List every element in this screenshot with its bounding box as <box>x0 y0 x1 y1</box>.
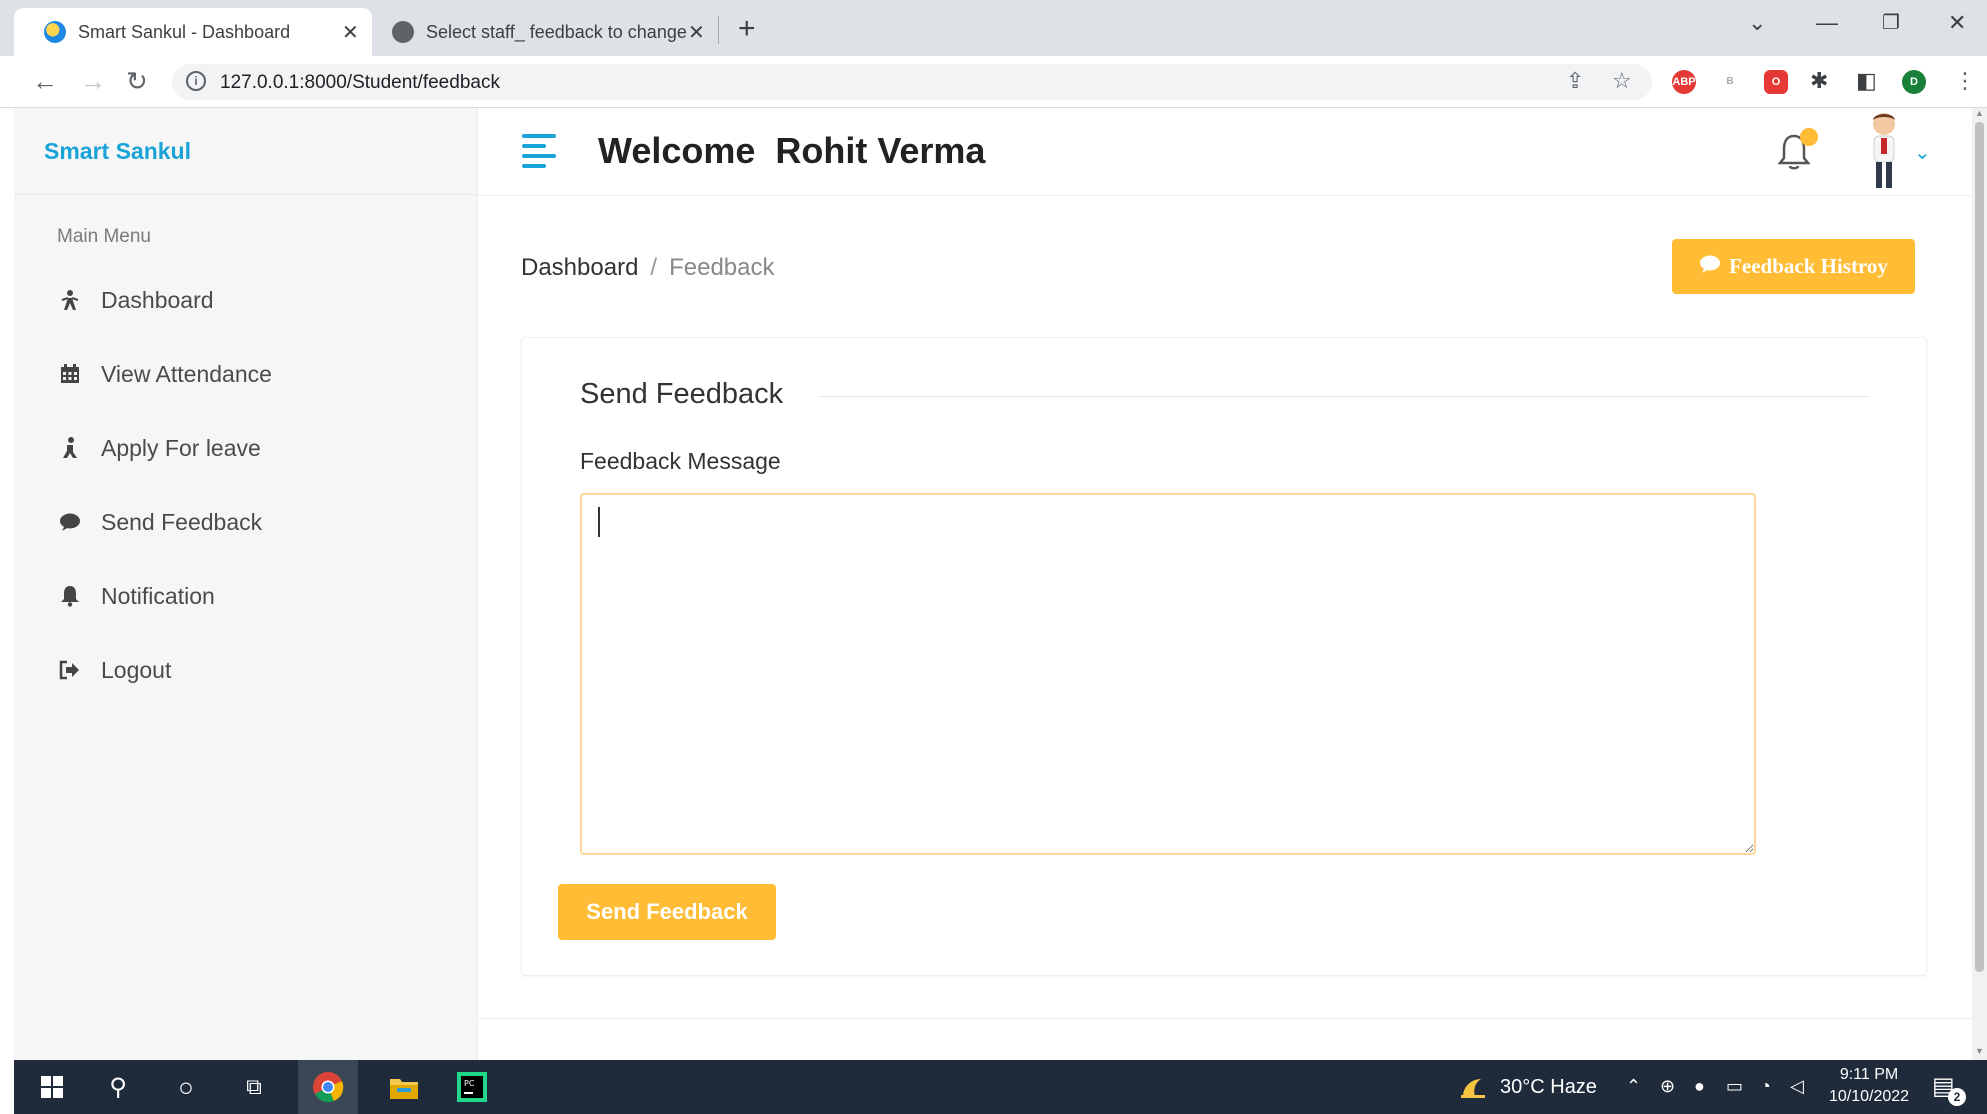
sidebar: Smart Sankul Main Menu Dashboard View At… <box>14 108 478 1060</box>
weather-text[interactable]: 30°C Haze <box>1500 1076 1597 1099</box>
task-view-icon[interactable]: ⧉ <box>234 1070 274 1104</box>
breadcrumb-current: Feedback <box>669 254 775 281</box>
sidebar-item-logout[interactable]: Logout <box>57 650 171 690</box>
browser-tab-smart-sankul[interactable]: Smart Sankul - Dashboard ✕ <box>14 8 372 56</box>
tray-app-icon[interactable]: ⊕ <box>1660 1076 1675 1097</box>
send-feedback-button[interactable]: Send Feedback <box>558 884 776 940</box>
text-cursor <box>598 507 600 537</box>
back-icon[interactable]: ← <box>32 66 58 97</box>
url-text: 127.0.0.1:8000/Student/feedback <box>220 72 500 93</box>
cortana-icon[interactable]: ○ <box>166 1070 206 1104</box>
windows-taskbar: ⚲ ○ ⧉ PC 30°C Haze ⌃ ⊕ ● ▭ ◔ ◁ 9:11 PM 1… <box>14 1060 1987 1114</box>
sidebar-item-label: Send Feedback <box>101 508 263 535</box>
new-tab-button[interactable]: + <box>738 12 756 46</box>
scroll-thumb[interactable] <box>1975 122 1984 972</box>
feedback-message-textarea[interactable] <box>580 493 1756 855</box>
sidebar-item-notification[interactable]: Notification <box>57 576 215 616</box>
tab-search-icon[interactable]: ⌄ <box>1748 10 1766 36</box>
menu-toggle-icon[interactable] <box>522 134 556 168</box>
minimize-button[interactable]: — <box>1816 10 1838 36</box>
globe-icon <box>392 21 414 43</box>
search-icon[interactable]: ⚲ <box>98 1070 138 1104</box>
wifi-icon[interactable]: ◔ <box>1760 1076 1771 1097</box>
feedback-history-label: Feedback Histroy <box>1729 254 1888 278</box>
tab-title: Smart Sankul - Dashboard <box>78 21 291 42</box>
site-favicon-icon <box>44 21 66 43</box>
leave-icon <box>57 435 83 461</box>
sidebar-item-send-feedback[interactable]: Send Feedback <box>57 502 262 542</box>
microphone-icon[interactable]: ● <box>1694 1076 1705 1097</box>
tab-title: Select staff_ feedback to change <box>426 21 687 42</box>
clock-time: 9:11 PM <box>1839 1066 1899 1083</box>
file-explorer-icon[interactable] <box>384 1070 424 1104</box>
close-tab-icon[interactable]: ✕ <box>342 20 359 45</box>
breadcrumb: Dashboard / Feedback <box>521 254 775 282</box>
scroll-down-icon[interactable]: ▼ <box>1975 1046 1984 1056</box>
feedback-card: Send Feedback Feedback Message Send Feed… <box>521 337 1927 976</box>
weather-icon[interactable] <box>1456 1070 1490 1104</box>
profile-avatar-icon[interactable]: D <box>1902 70 1926 94</box>
comment-icon <box>1699 254 1721 280</box>
close-tab-icon[interactable]: ✕ <box>688 20 705 45</box>
reload-icon[interactable]: ↻ <box>126 66 148 97</box>
logout-icon <box>57 657 83 683</box>
battery-icon[interactable]: ▭ <box>1726 1076 1743 1097</box>
close-window-button[interactable]: ✕ <box>1948 10 1966 36</box>
opera-extension-icon[interactable]: O <box>1764 70 1788 94</box>
bookmark-star-icon[interactable]: ☆ <box>1612 68 1632 94</box>
extension-small-icon[interactable]: B <box>1718 70 1742 94</box>
extensions-puzzle-icon[interactable]: ✱ <box>1810 68 1828 94</box>
user-avatar[interactable] <box>1862 110 1906 192</box>
browser-tab-strip: Smart Sankul - Dashboard ✕ Select staff_… <box>0 0 1987 56</box>
windows-start-icon[interactable] <box>32 1070 72 1104</box>
feedback-history-button[interactable]: Feedback Histroy <box>1672 239 1915 294</box>
chrome-taskbar-icon[interactable] <box>298 1060 358 1114</box>
top-header: Welcome Rohit Verma ⌄ <box>478 108 1972 196</box>
sidebar-item-apply-leave[interactable]: Apply For leave <box>57 428 261 468</box>
menu-title: Main Menu <box>57 226 151 247</box>
sidebar-item-label: Apply For leave <box>101 434 261 461</box>
forward-icon[interactable]: → <box>80 66 106 97</box>
page-scrollbar[interactable]: ▲ ▼ <box>1972 108 1987 1060</box>
pycharm-icon[interactable]: PC <box>452 1070 492 1104</box>
chevron-down-icon[interactable]: ⌄ <box>1914 140 1931 165</box>
sidebar-item-label: Notification <box>101 582 215 609</box>
dashboard-icon <box>57 287 83 313</box>
calendar-icon <box>57 361 83 387</box>
welcome-heading: Welcome Rohit Verma <box>598 130 986 171</box>
scroll-up-icon[interactable]: ▲ <box>1975 108 1984 118</box>
address-toolbar: ← → ↻ i 127.0.0.1:8000/Student/feedback … <box>0 56 1987 108</box>
sidebar-item-label: View Attendance <box>101 360 272 387</box>
browser-tab-staff-feedback[interactable]: Select staff_ feedback to change ✕ <box>382 8 712 56</box>
restore-button[interactable]: ❐ <box>1882 10 1900 35</box>
clock-date: 10/10/2022 <box>1829 1088 1910 1105</box>
sidebar-item-label: Dashboard <box>101 286 214 313</box>
share-icon[interactable]: ⇪ <box>1566 68 1584 94</box>
browser-menu-icon[interactable]: ⋮ <box>1954 68 1976 94</box>
feedback-message-label: Feedback Message <box>580 448 781 474</box>
svg-text:PC: PC <box>464 1079 475 1088</box>
system-clock[interactable]: 9:11 PM 10/10/2022 <box>1829 1064 1909 1108</box>
notification-badge <box>1800 128 1818 146</box>
sidebar-item-view-attendance[interactable]: View Attendance <box>57 354 272 394</box>
footer-divider <box>478 1018 1972 1019</box>
title-divider <box>820 396 1868 397</box>
comment-icon <box>57 509 83 535</box>
sidebar-item-dashboard[interactable]: Dashboard <box>57 280 214 320</box>
brand-logo-text[interactable]: Smart Sankul <box>44 138 191 165</box>
action-center-badge: 2 <box>1948 1088 1966 1106</box>
side-panel-icon[interactable]: ◧ <box>1856 68 1877 94</box>
brand-divider <box>14 194 478 195</box>
volume-icon[interactable]: ◁ <box>1790 1076 1804 1097</box>
tray-overflow-icon[interactable]: ⌃ <box>1626 1076 1641 1097</box>
omnibox[interactable]: i 127.0.0.1:8000/Student/feedback <box>172 64 1652 100</box>
tab-divider <box>718 16 719 44</box>
bell-icon <box>57 583 83 609</box>
card-title: Send Feedback <box>580 378 798 411</box>
sidebar-item-label: Logout <box>101 656 172 683</box>
breadcrumb-separator: / <box>650 254 658 281</box>
site-info-icon[interactable]: i <box>186 71 206 91</box>
adblock-plus-icon[interactable]: ABP <box>1672 70 1696 94</box>
breadcrumb-dashboard-link[interactable]: Dashboard <box>521 254 638 282</box>
